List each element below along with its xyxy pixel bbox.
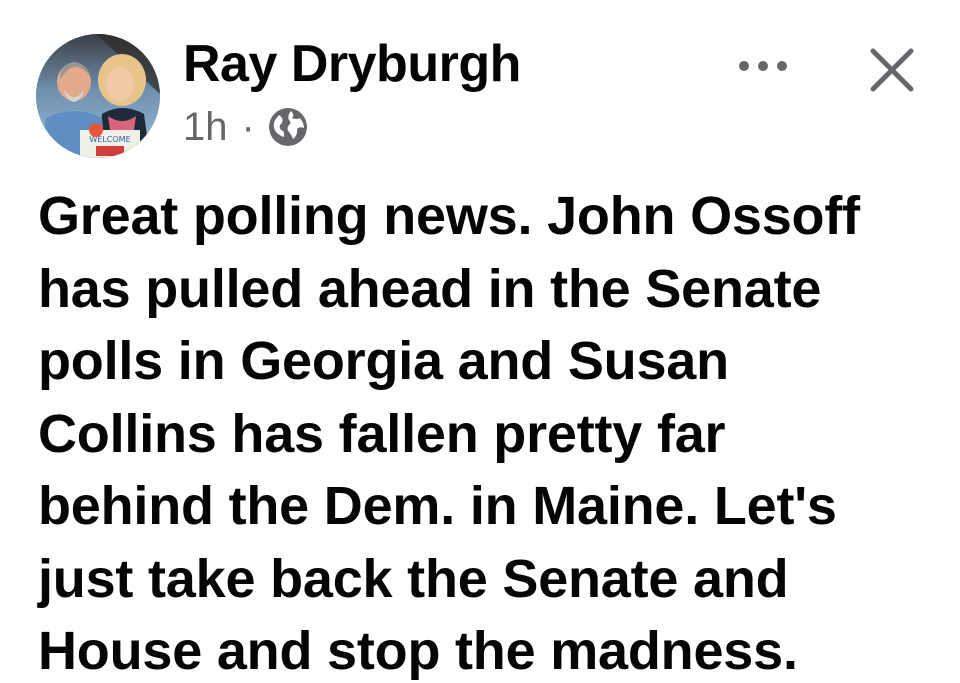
post-text-line: Collins has fallen pretty far (38, 403, 726, 464)
post-text-line: just take back the Senate and (38, 548, 789, 609)
post-text: Great polling news. John Ossoff has pull… (38, 180, 938, 683)
more-options-icon (739, 61, 787, 71)
post-text-line: Great polling news. John Ossoff (38, 186, 860, 246)
post-timestamp[interactable]: 1h (183, 104, 228, 150)
close-button[interactable] (860, 38, 924, 102)
post-text-line: has pulled ahead in the Senate (38, 258, 822, 319)
post-text-line: House and stop the madness. (38, 621, 798, 681)
author-name[interactable]: Ray Dryburgh (183, 34, 521, 94)
more-options-button[interactable] (728, 44, 798, 88)
facebook-post: WELCOME Ray Dryburgh 1h · Great polling (0, 0, 960, 683)
post-meta: 1h · (183, 104, 309, 150)
post-text-line: polls in Georgia and Susan (38, 331, 729, 391)
meta-separator: · (241, 105, 255, 149)
avatar[interactable]: WELCOME (36, 34, 160, 158)
globe-icon (267, 106, 309, 148)
post-text-line: behind the Dem. in Maine. Let's (38, 476, 837, 536)
close-icon (870, 48, 914, 92)
avatar-photo: WELCOME (36, 34, 160, 158)
